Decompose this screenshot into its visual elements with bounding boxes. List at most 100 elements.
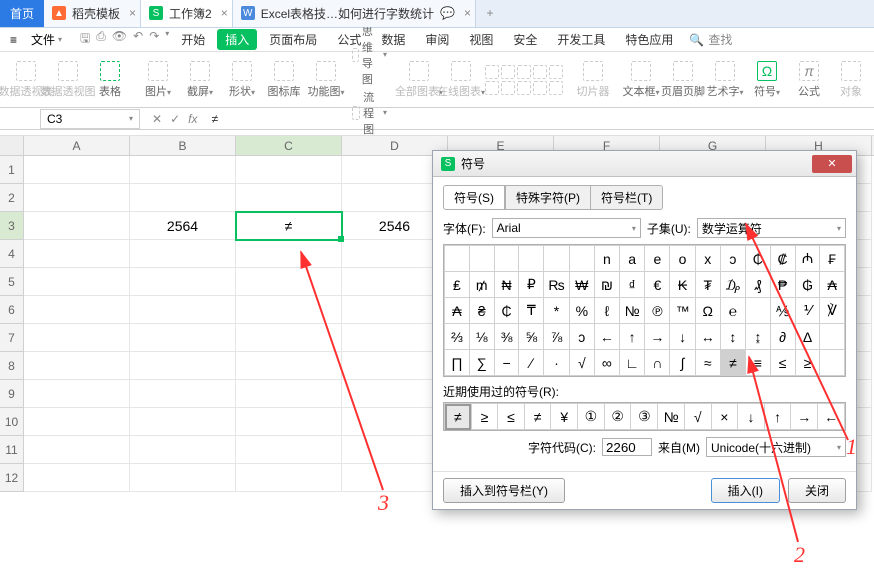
chart-type-icon[interactable]: [549, 65, 563, 79]
cell[interactable]: [24, 436, 130, 464]
insert-button[interactable]: 插入(I): [711, 478, 780, 503]
search-menu[interactable]: 🔍查找: [689, 31, 732, 48]
char-cell[interactable]: ℗: [645, 298, 670, 324]
tab-home[interactable]: 首页: [0, 0, 44, 27]
close-button[interactable]: 关闭: [788, 478, 846, 503]
cell[interactable]: [236, 156, 342, 184]
char-cell[interactable]: ⅝: [519, 324, 544, 350]
recent-char[interactable]: ↓: [738, 404, 765, 430]
char-cell[interactable]: ∟: [619, 350, 644, 376]
screenshot-button[interactable]: 截屏▾: [180, 56, 220, 104]
char-cell[interactable]: n: [594, 246, 619, 272]
char-cell[interactable]: ∫: [670, 350, 695, 376]
row-header[interactable]: 11: [0, 436, 24, 464]
cell[interactable]: [130, 408, 236, 436]
cell[interactable]: [24, 268, 130, 296]
mindmap-button[interactable]: 思维导图▾: [352, 23, 387, 87]
char-cell[interactable]: ⅛: [469, 324, 494, 350]
char-cell[interactable]: %: [569, 298, 594, 324]
cell[interactable]: [24, 324, 130, 352]
tab-template[interactable]: ▲ 稻壳模板 ×: [44, 0, 141, 27]
row-header[interactable]: 4: [0, 240, 24, 268]
char-cell[interactable]: ≤: [770, 350, 795, 376]
char-cell[interactable]: [519, 246, 544, 272]
recent-char[interactable]: №: [658, 404, 685, 430]
menu-security[interactable]: 安全: [505, 29, 545, 50]
row-header[interactable]: 12: [0, 464, 24, 492]
char-cell[interactable]: o: [670, 246, 695, 272]
char-cell[interactable]: ₵: [746, 246, 771, 272]
close-icon[interactable]: ×: [129, 6, 136, 20]
char-cell[interactable]: ∕: [519, 350, 544, 376]
formula-input[interactable]: ≠: [205, 112, 874, 126]
cell[interactable]: [130, 296, 236, 324]
char-cell[interactable]: [569, 246, 594, 272]
char-cell[interactable]: a: [619, 246, 644, 272]
char-cell[interactable]: ₳: [820, 272, 845, 298]
menu-view[interactable]: 视图: [461, 29, 501, 50]
recent-char[interactable]: ↑: [764, 404, 791, 430]
char-cell[interactable]: Ω: [695, 298, 720, 324]
cell[interactable]: [130, 156, 236, 184]
char-cell[interactable]: ₳: [445, 298, 470, 324]
char-cell[interactable]: ←: [594, 324, 619, 350]
chart-type-icon[interactable]: [501, 65, 515, 79]
redo-icon[interactable]: ↷: [149, 29, 159, 50]
chart-type-icon[interactable]: [517, 65, 531, 79]
char-cell[interactable]: ₥: [469, 272, 494, 298]
char-cell[interactable]: ℣: [820, 298, 845, 324]
row-header[interactable]: 7: [0, 324, 24, 352]
cell[interactable]: [236, 464, 342, 492]
hamburger-icon[interactable]: ≡: [6, 31, 21, 49]
file-menu[interactable]: 文件▾: [25, 29, 68, 50]
char-cell[interactable]: ₵: [494, 298, 519, 324]
row-header[interactable]: 6: [0, 296, 24, 324]
char-cell[interactable]: →: [645, 324, 670, 350]
char-cell[interactable]: €: [645, 272, 670, 298]
font-select[interactable]: Arial▾: [492, 218, 641, 238]
cell[interactable]: 2564: [130, 212, 236, 240]
menu-insert[interactable]: 插入: [217, 29, 257, 50]
save-icon[interactable]: 🖫: [80, 29, 90, 50]
char-cell[interactable]: ∩: [645, 350, 670, 376]
char-cell[interactable]: ₱: [770, 272, 795, 298]
cell[interactable]: [24, 240, 130, 268]
tab-special[interactable]: 特殊字符(P): [505, 185, 591, 210]
char-cell[interactable]: ↑: [619, 324, 644, 350]
char-cell[interactable]: ⅍: [770, 298, 795, 324]
char-cell[interactable]: ₦: [494, 272, 519, 298]
chart-type-icon[interactable]: [501, 81, 515, 95]
recent-char[interactable]: ②: [604, 404, 631, 430]
char-cell[interactable]: ₨: [544, 272, 570, 298]
print-icon[interactable]: ⎙: [96, 29, 106, 50]
cell[interactable]: [236, 184, 342, 212]
dialog-titlebar[interactable]: S 符号 ✕: [433, 151, 856, 177]
recent-char[interactable]: ≠: [524, 404, 551, 430]
col-header[interactable]: C: [236, 136, 342, 155]
recent-char[interactable]: →: [791, 404, 818, 430]
cell[interactable]: [24, 464, 130, 492]
cell[interactable]: [130, 464, 236, 492]
cell[interactable]: [24, 212, 130, 240]
char-cell[interactable]: ₰: [746, 272, 771, 298]
menu-special[interactable]: 特色应用: [617, 29, 681, 50]
char-cell[interactable]: ≥: [795, 350, 820, 376]
tab-symbol[interactable]: 符号(S): [443, 185, 505, 210]
from-select[interactable]: Unicode(十六进制)▾: [706, 437, 846, 457]
char-cell[interactable]: [445, 246, 470, 272]
cell[interactable]: [24, 156, 130, 184]
recent-char[interactable]: √: [684, 404, 711, 430]
cell[interactable]: [24, 184, 130, 212]
cell[interactable]: [236, 352, 342, 380]
char-cell[interactable]: [544, 246, 570, 272]
recent-grid[interactable]: ≠≥≤≠¥①②③№√×↓↑→←: [443, 402, 846, 431]
menu-start[interactable]: 开始: [173, 29, 213, 50]
chart-type-icon[interactable]: [485, 81, 499, 95]
accept-icon[interactable]: ✓: [170, 112, 180, 126]
cell[interactable]: [24, 380, 130, 408]
row-header[interactable]: 1: [0, 156, 24, 184]
char-cell[interactable]: ™: [670, 298, 695, 324]
char-cell[interactable]: ≠: [720, 350, 745, 376]
row-header[interactable]: 9: [0, 380, 24, 408]
tab-symbol-bar[interactable]: 符号栏(T): [590, 185, 663, 210]
